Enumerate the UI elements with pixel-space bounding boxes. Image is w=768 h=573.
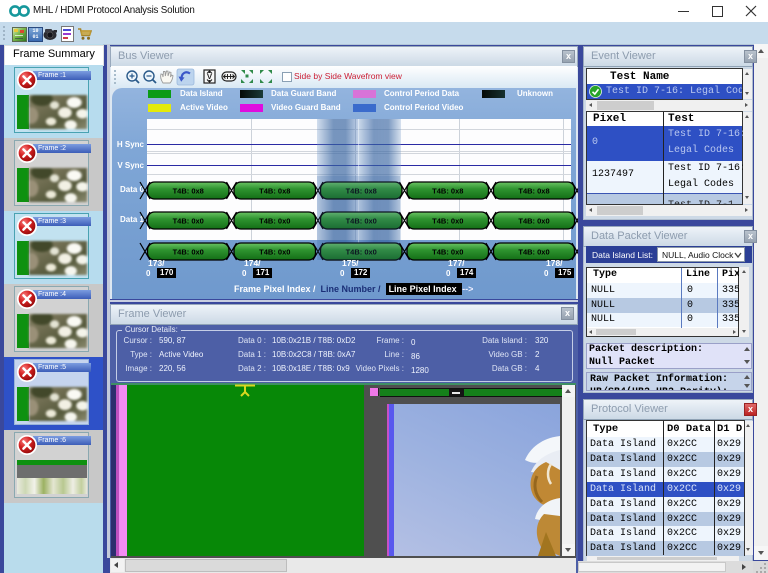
svg-text:T4B: 0x8: T4B: 0x8	[259, 187, 290, 196]
svg-text:T4B: 0x0: T4B: 0x0	[518, 217, 549, 226]
svg-text:T4B: 0x0: T4B: 0x0	[432, 217, 463, 226]
svg-text:T4B: 0x8: T4B: 0x8	[173, 187, 204, 196]
svg-text:T4B: 0x8: T4B: 0x8	[432, 187, 463, 196]
svg-text:T4B: 0x8: T4B: 0x8	[518, 187, 549, 196]
svg-text:V: V	[207, 72, 212, 81]
svg-text:T4B: 0x0: T4B: 0x0	[173, 217, 204, 226]
svg-text:T4B: 0x0: T4B: 0x0	[259, 217, 290, 226]
svg-text:T4B: 0x0: T4B: 0x0	[173, 248, 204, 257]
svg-text:T4B: 0x0: T4B: 0x0	[518, 248, 549, 257]
svg-text:T4B: 0x0: T4B: 0x0	[259, 248, 290, 257]
svg-text:T4B: 0x0: T4B: 0x0	[432, 248, 463, 257]
svg-text:H: H	[226, 74, 231, 81]
